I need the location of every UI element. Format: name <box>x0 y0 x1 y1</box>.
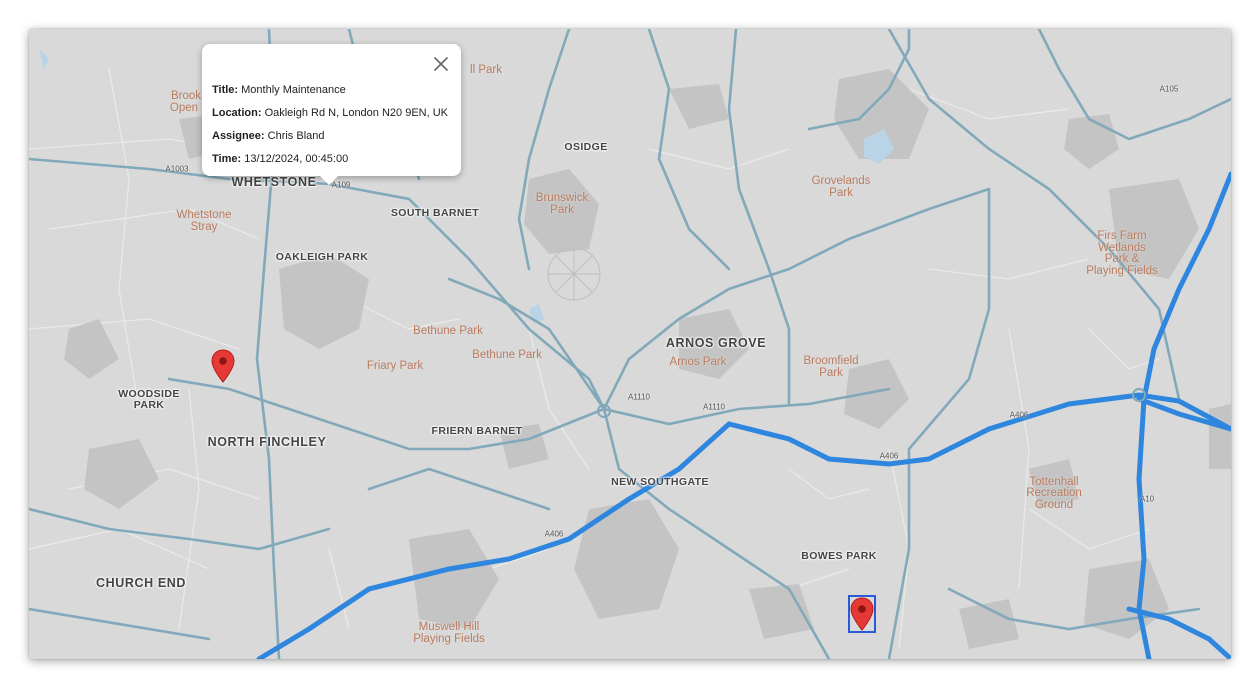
info-title-value: Monthly Maintenance <box>241 84 346 96</box>
marker-info-window: Title: Monthly Maintenance Location: Oak… <box>202 44 461 185</box>
close-icon <box>434 57 448 71</box>
map-pin-icon <box>211 349 235 383</box>
info-assignee-row: Assignee: Chris Bland <box>212 130 325 142</box>
map-pin-icon <box>850 597 874 631</box>
close-button[interactable] <box>427 50 455 78</box>
info-location-label: Location: <box>212 107 265 119</box>
info-title-row: Title: Monthly Maintenance <box>212 84 346 96</box>
map-marker-1[interactable] <box>211 349 235 383</box>
info-title-label: Title: <box>212 84 242 96</box>
info-location-value: Oakleigh Rd N, London N20 9EN, UK <box>264 107 448 119</box>
info-assignee-value: Chris Bland <box>267 130 325 142</box>
info-time-row: Time: 13/12/2024, 00:45:00 <box>212 153 348 165</box>
info-location-row: Location: Oakleigh Rd N, London N20 9EN,… <box>212 107 448 119</box>
map-container[interactable]: WHETSTONE OSIDGE SOUTH BARNET OAKLEIGH P… <box>29 29 1231 659</box>
info-assignee-label: Assignee: <box>212 130 268 142</box>
brunswick-pattern <box>547 247 601 301</box>
info-time-value: 13/12/2024, 00:45:00 <box>244 153 349 165</box>
map-marker-2[interactable] <box>848 595 876 633</box>
info-time-label: Time: <box>212 153 245 165</box>
